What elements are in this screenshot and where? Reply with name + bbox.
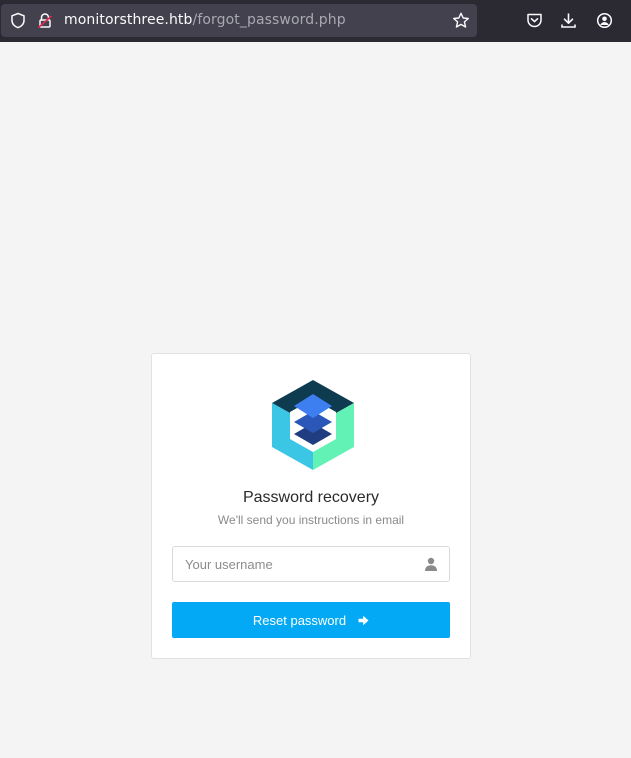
pocket-icon[interactable]: [526, 12, 543, 29]
page-title: Password recovery: [242, 489, 380, 506]
url-path: /forgot_password.php: [192, 12, 346, 28]
user-icon: [425, 557, 437, 571]
url-text[interactable]: monitorsthree.htb/forgot_password.php: [64, 12, 346, 29]
reset-password-label: Reset password: [252, 612, 347, 628]
username-field[interactable]: [172, 546, 450, 582]
account-icon[interactable]: [596, 12, 613, 29]
arrow-right-icon: [358, 615, 369, 625]
hexagon-layers-logo: [272, 380, 354, 470]
page-subtitle: We'll send you instructions in email: [217, 513, 405, 527]
star-icon[interactable]: [452, 12, 470, 29]
url-host: monitorsthree.htb: [64, 12, 193, 28]
password-recovery-card: Password recovery We'll send you instruc…: [151, 353, 471, 659]
lock-icon[interactable]: [37, 12, 53, 29]
download-icon[interactable]: [560, 12, 577, 29]
reset-password-button[interactable]: Reset password: [172, 602, 450, 638]
browser-toolbar: monitorsthree.htb/forgot_password.php: [0, 0, 631, 42]
username-input[interactable]: [173, 547, 449, 581]
shield-icon[interactable]: [10, 12, 26, 29]
url-bar[interactable]: monitorsthree.htb/forgot_password.php: [1, 4, 477, 37]
